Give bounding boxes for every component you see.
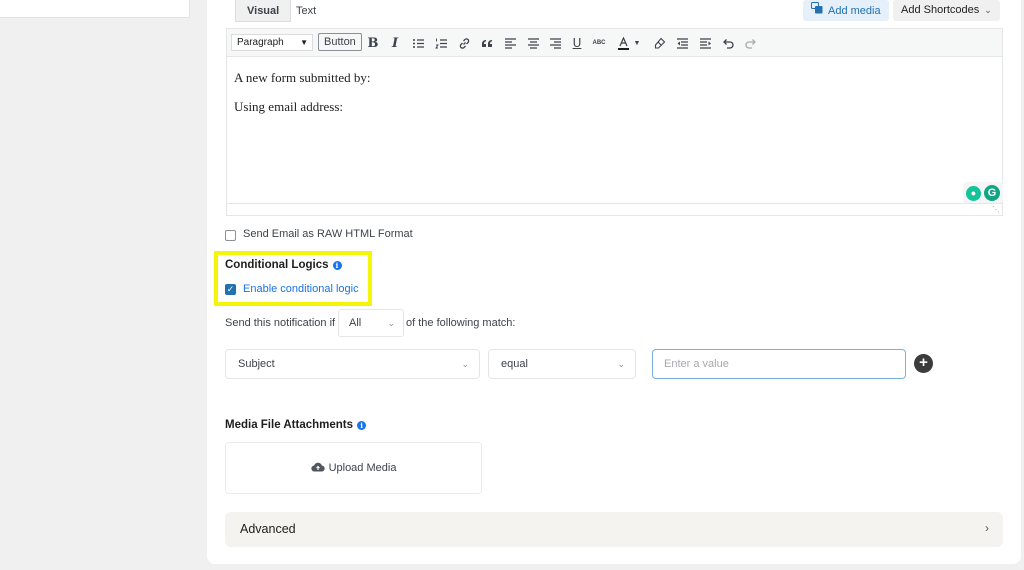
info-icon[interactable]: i: [357, 420, 367, 430]
send-notification-suffix: of the following match:: [406, 317, 516, 329]
format-select-value: Paragraph: [237, 37, 284, 48]
condition-value-input[interactable]: [652, 349, 906, 379]
media-attachments-heading: Media File Attachments i: [225, 419, 367, 431]
cloud-upload-icon: [310, 461, 325, 476]
chevron-down-icon: ⌄: [387, 318, 395, 328]
underline-icon[interactable]: U: [569, 35, 585, 51]
caret-down-icon[interactable]: ▼: [629, 35, 645, 51]
info-icon[interactable]: i: [332, 260, 342, 270]
outdent-icon[interactable]: [674, 35, 690, 51]
conditional-logics-title: Conditional Logics: [225, 259, 329, 271]
lightbulb-icon[interactable]: ●: [966, 185, 981, 201]
notification-settings-card: Visual Text Add media Add Shortcodes ⌄ P…: [207, 0, 1021, 564]
condition-field-value: Subject: [238, 358, 275, 370]
upload-media-label: Upload Media: [328, 462, 397, 474]
align-right-icon[interactable]: [547, 35, 563, 51]
send-notification-prefix: Send this notification if: [225, 317, 336, 329]
redo-icon[interactable]: [742, 35, 758, 51]
link-icon[interactable]: [456, 35, 472, 51]
editor-content-area[interactable]: A new form submitted by: Using email add…: [226, 56, 1003, 216]
add-media-label: Add media: [828, 4, 881, 17]
insert-button-button[interactable]: Button: [318, 33, 362, 51]
condition-field-select[interactable]: Subject ⌄: [225, 349, 480, 379]
resize-handle-icon[interactable]: ⋱: [992, 206, 1000, 214]
bullet-list-icon[interactable]: [410, 35, 426, 51]
grammarly-icon[interactable]: G: [984, 185, 1000, 201]
advanced-section-toggle[interactable]: Advanced ›: [225, 512, 1003, 547]
advanced-label: Advanced: [240, 522, 296, 536]
strikethrough-icon[interactable]: ABC: [591, 35, 607, 51]
enable-conditional-checkbox[interactable]: ✓: [225, 284, 236, 295]
chevron-down-icon: ⌄: [617, 359, 625, 369]
conditional-logics-heading: Conditional Logics i: [225, 259, 342, 271]
editor-statusbar: ⋱: [227, 203, 1002, 215]
editor-line: Using email address:: [234, 99, 344, 114]
add-media-button[interactable]: Add media: [803, 0, 889, 21]
upload-media-button[interactable]: Upload Media: [225, 442, 482, 494]
media-attachments-title: Media File Attachments: [225, 419, 354, 431]
add-shortcodes-button[interactable]: Add Shortcodes ⌄: [893, 0, 1000, 21]
tab-text[interactable]: Text: [285, 0, 327, 22]
add-condition-button[interactable]: +: [914, 354, 933, 373]
undo-icon[interactable]: [720, 35, 736, 51]
italic-icon[interactable]: I: [387, 35, 403, 51]
condition-operator-value: equal: [501, 358, 528, 370]
enable-conditional-label[interactable]: Enable conditional logic: [243, 283, 359, 295]
left-panel-card: [0, 0, 190, 18]
indent-icon[interactable]: [697, 35, 713, 51]
chevron-down-icon: ⌄: [461, 359, 469, 369]
chevron-down-icon: ⌄: [984, 5, 992, 15]
raw-html-label[interactable]: Send Email as RAW HTML Format: [243, 228, 413, 240]
match-type-select[interactable]: All ⌄: [338, 309, 404, 337]
chevron-right-icon: ›: [985, 521, 989, 535]
condition-operator-select[interactable]: equal ⌄: [488, 349, 636, 379]
clear-formatting-icon[interactable]: [651, 35, 667, 51]
match-type-value: All: [349, 317, 362, 329]
numbered-list-icon[interactable]: [433, 35, 449, 51]
format-select[interactable]: Paragraph ▼: [231, 34, 313, 51]
align-center-icon[interactable]: [525, 35, 541, 51]
editor-line: A new form submitted by:: [234, 70, 371, 85]
editor-toolbar: Paragraph ▼ Button B I U ABC ▼: [226, 28, 1003, 56]
grammarly-widget[interactable]: ● G: [963, 182, 1003, 204]
media-icon: [811, 1, 823, 21]
raw-html-checkbox[interactable]: [225, 230, 236, 241]
align-left-icon[interactable]: [502, 35, 518, 51]
add-shortcodes-label: Add Shortcodes: [901, 4, 980, 16]
caret-down-icon: ▼: [300, 38, 308, 47]
blockquote-icon[interactable]: [479, 35, 495, 51]
bold-icon[interactable]: B: [365, 35, 381, 51]
tab-visual[interactable]: Visual: [235, 0, 292, 22]
